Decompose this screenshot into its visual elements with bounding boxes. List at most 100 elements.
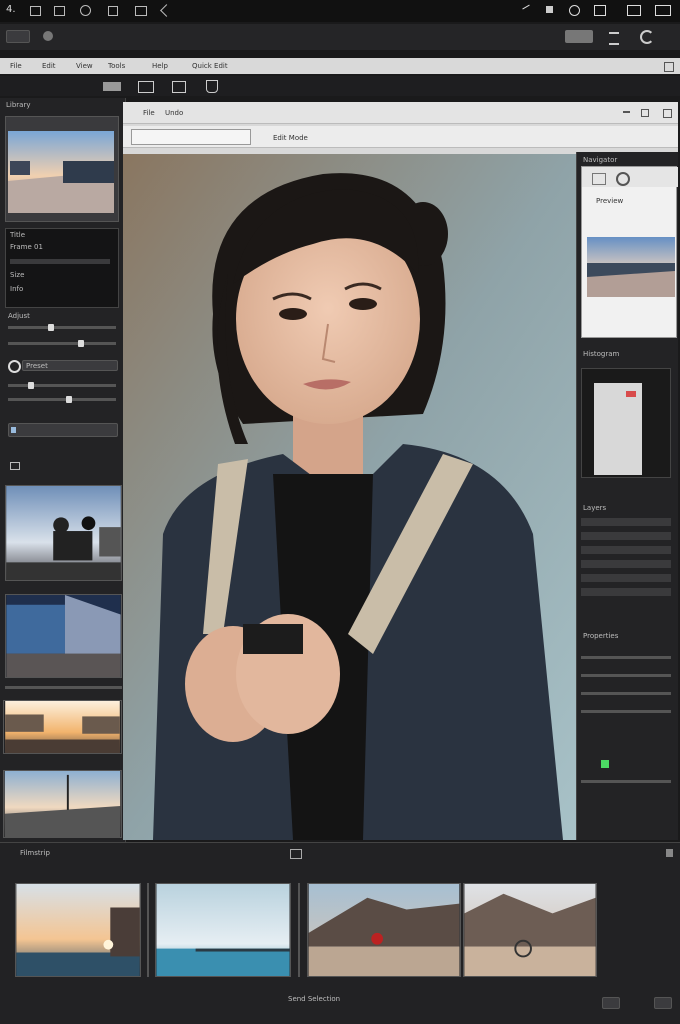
histogram-red-mark [626,391,636,397]
menu-item-tools[interactable]: Tools [108,62,125,70]
canvas-toolbar: File Undo [123,102,678,124]
toggle-icon[interactable] [8,360,21,373]
preview-card[interactable] [5,116,119,222]
preview-title: Preview [596,197,624,205]
thumbnail-1[interactable] [5,485,122,581]
filmstrip-header: Filmstrip [20,849,50,857]
preview-image[interactable] [587,237,675,297]
main-photo[interactable] [123,154,578,840]
system-bar: 4. [0,0,680,22]
right-panel-header: Navigator [583,156,618,164]
info-block: Title Frame 01 Size Info [5,228,119,308]
frame-icon[interactable] [138,81,154,93]
lasso-icon[interactable] [206,80,218,93]
tool-row [0,76,680,96]
menu-item-view[interactable]: View [76,62,93,70]
close-icon[interactable] [664,62,674,72]
system-bar-label: 4. [6,4,16,15]
info-size: Size [10,271,25,279]
menu-strip: File Edit View Tools Help Quick Edit [0,58,680,74]
panel-tool-button[interactable] [103,82,121,91]
filmstrip-left-scroll[interactable] [5,686,122,689]
thumbnail-2[interactable] [5,594,122,678]
layer-row[interactable] [581,532,671,540]
thumbnail-4[interactable] [3,770,122,838]
menu-button[interactable] [6,30,30,43]
document-icon[interactable] [108,6,118,16]
circle-icon[interactable] [80,5,91,16]
adjust-slider-4[interactable] [8,396,116,403]
pen-icon[interactable] [522,4,534,17]
thumbnail-3[interactable] [3,700,122,754]
canvas-menu-undo[interactable]: Undo [165,109,183,117]
refresh-icon[interactable] [640,30,654,44]
preview-thumbnail [8,131,114,213]
histogram-box [581,368,671,478]
menu-item-quick-edit[interactable]: Quick Edit [192,62,228,70]
properties-list [581,646,675,826]
square-icon[interactable] [546,6,553,13]
filmstrip-menu-icon[interactable] [290,849,302,859]
prop-slider[interactable] [581,780,671,783]
film-frame-1[interactable] [15,883,141,977]
brush-icon[interactable] [616,172,630,186]
image-icon[interactable] [592,173,606,185]
layout-icon[interactable] [627,5,641,16]
table-icon[interactable] [135,6,147,16]
filmstrip: Filmstrip Send Selection [0,842,680,1024]
histogram-label: Histogram [583,350,620,358]
menu-item-file[interactable]: File [10,62,22,70]
left-panel-header: Library [6,101,31,109]
minimize-icon[interactable] [623,111,630,113]
prop-slider[interactable] [581,692,671,695]
canvas-area: File Undo Edit Mode Navigator Preview Hi… [123,102,678,840]
adjust-section-label: Adjust [8,312,30,320]
adjust-slider-3[interactable] [8,382,116,389]
list-icon[interactable] [609,32,619,45]
lock-icon[interactable] [11,427,16,433]
prop-slider[interactable] [581,656,671,659]
restore-icon[interactable] [641,109,649,117]
layer-row[interactable] [581,588,671,596]
layer-row[interactable] [581,518,671,526]
filmstrip-action-button[interactable] [602,997,620,1009]
canvas-menu-file[interactable]: File [143,109,155,117]
camera-icon[interactable] [10,462,20,470]
window-icon[interactable] [54,6,65,16]
filmstrip-settings-button[interactable] [654,997,672,1009]
record-icon[interactable] [43,31,53,41]
layer-row[interactable] [581,560,671,568]
left-panel: Library Title Frame 01 Size Info Adjust … [0,98,126,842]
grid-icon[interactable] [30,6,41,16]
right-panel: Navigator Preview Histogram Layers Prope… [576,152,678,840]
preview-panel: Preview [581,166,678,338]
file-field[interactable] [131,129,251,145]
view-button[interactable] [565,30,593,43]
menu-item-edit[interactable]: Edit [42,62,56,70]
layer-row[interactable] [581,546,671,554]
film-frame-4[interactable] [463,883,597,977]
info-row [10,259,110,264]
filmstrip-footer: Send Selection [288,995,341,1003]
menu-item-help[interactable]: Help [152,62,168,70]
preset-label: Preset [26,362,48,370]
settings-icon[interactable] [569,5,580,16]
status-indicator [601,760,609,768]
filmstrip-close-icon[interactable] [666,849,673,857]
layer-row[interactable] [581,574,671,582]
adjust-slider-1[interactable] [8,324,116,331]
window-close-icon[interactable] [663,109,672,118]
prop-slider[interactable] [581,674,671,677]
adjust-slider-2[interactable] [8,340,116,347]
prop-slider[interactable] [581,710,671,713]
film-frame-3[interactable] [307,883,461,977]
layers-label: Layers [583,504,607,512]
option-field[interactable] [8,423,118,437]
film-frame-2[interactable] [155,883,291,977]
properties-label: Properties [583,632,619,640]
info-extra: Info [10,285,24,293]
maximize-icon[interactable] [655,5,671,16]
arrow-icon[interactable] [160,4,173,17]
select-icon[interactable] [172,81,186,93]
panel-icon[interactable] [594,5,606,16]
